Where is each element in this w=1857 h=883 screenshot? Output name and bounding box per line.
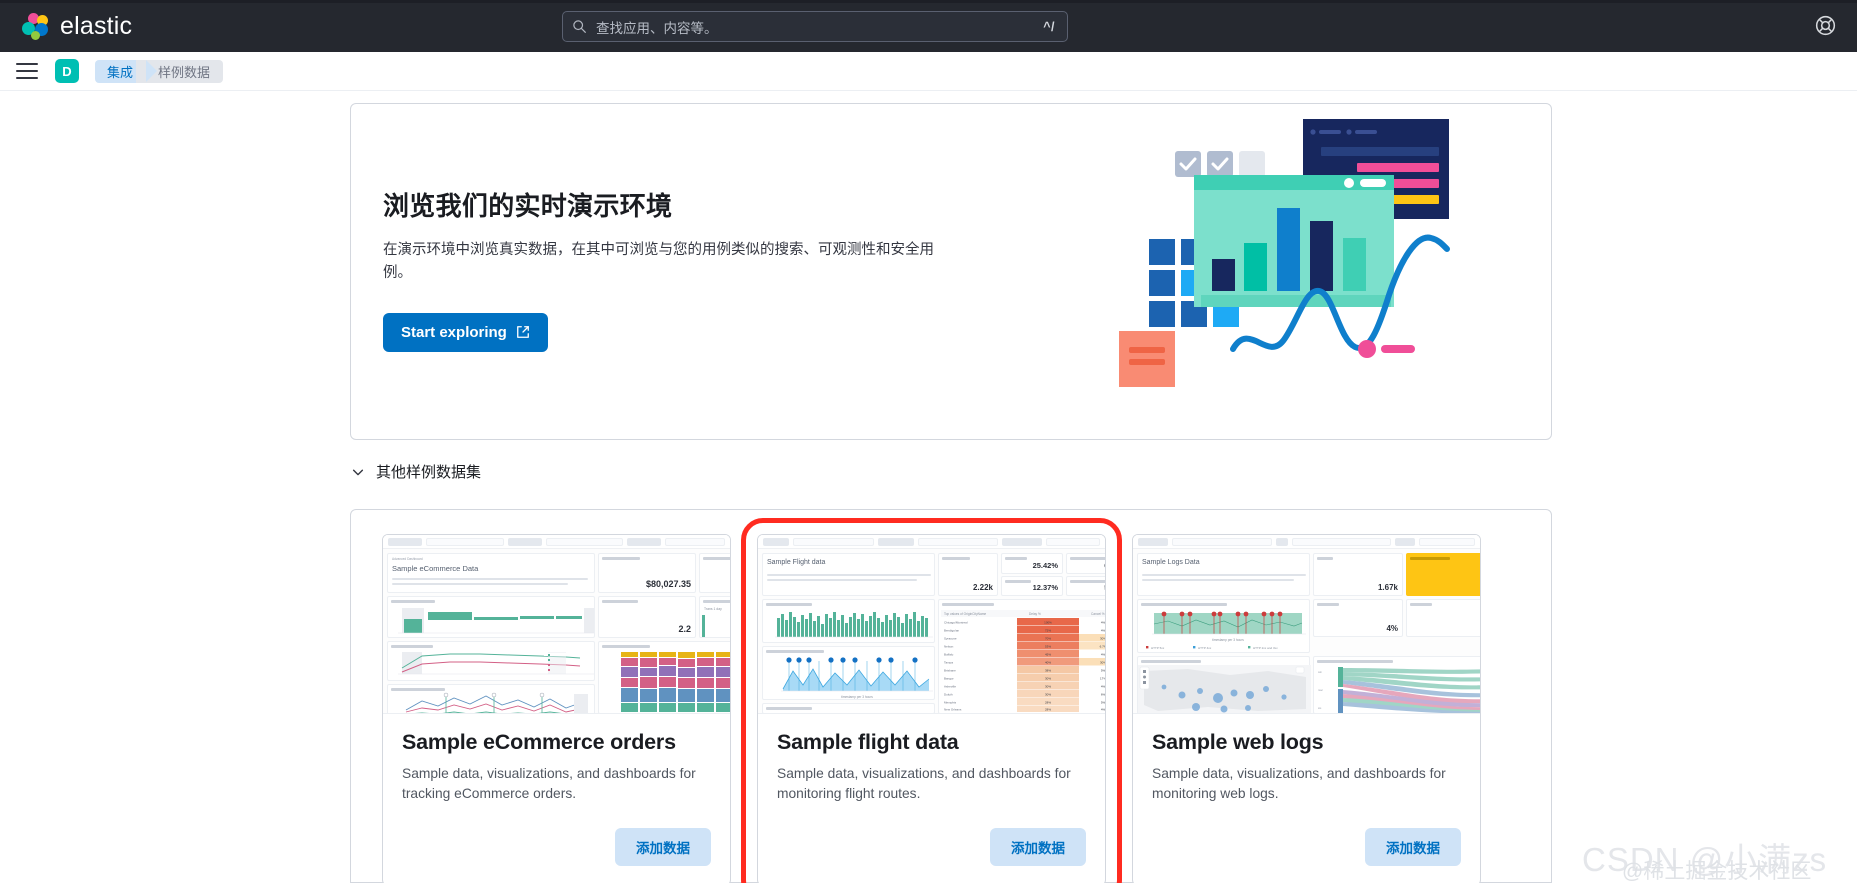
sample-dataset-card-weblogs[interactable]: Sample Logs Data 1.67k 830	[1132, 534, 1481, 883]
svg-text:6%: 6%	[1101, 693, 1105, 697]
card-title: Sample flight data	[777, 730, 959, 754]
brand-name: elastic	[60, 11, 133, 40]
watermark-juejin: @稀土掘金技术社区	[1622, 860, 1812, 883]
search-icon	[573, 20, 586, 33]
card-title: Sample web logs	[1152, 730, 1324, 754]
svg-text:HTTP 5xx: HTTP 5xx	[1151, 646, 1165, 650]
svg-text:Chicago/Montreal: Chicago/Montreal	[944, 621, 968, 625]
page-title: 浏览我们的实时演示环境	[383, 191, 673, 221]
svg-text:mac: mac	[1318, 689, 1324, 692]
flight-dashboard-thumbnail: Sample Flight data 2.22k 25.42% 12.37% T…	[758, 535, 1105, 714]
svg-text:4%: 4%	[1101, 629, 1105, 633]
svg-text:30%: 30%	[1045, 693, 1051, 697]
space-avatar[interactable]: D	[55, 59, 79, 83]
svg-text:HTTP 4xx: HTTP 4xx	[1198, 646, 1212, 650]
svg-text:Cancel %: Cancel %	[1091, 612, 1105, 616]
elastic-logo-icon	[22, 12, 49, 40]
search-input[interactable]: 查找应用、内容等。	[596, 17, 1040, 37]
svg-text:38%: 38%	[1045, 669, 1051, 673]
svg-text:win: win	[1318, 670, 1322, 674]
svg-text:Brisbane: Brisbane	[944, 669, 956, 673]
external-link-icon	[516, 326, 529, 339]
sample-dataset-card-ecommerce[interactable]: Advanced Dashboard Sample eCommerce Data…	[382, 534, 731, 883]
app-root: elastic 查找应用、内容等。 ^/ D 集成 样例数据 浏览我们的实时演示…	[0, 0, 1857, 883]
ecommerce-dashboard-thumbnail: Advanced Dashboard Sample eCommerce Data…	[383, 535, 730, 714]
svg-text:30%: 30%	[1045, 685, 1051, 689]
svg-text:Buffalo: Buffalo	[944, 653, 954, 657]
card-body: Sample eCommerce orders Sample data, vis…	[383, 714, 730, 828]
svg-text:New Orleans: New Orleans	[944, 708, 962, 712]
svg-text:Bendigo/an: Bendigo/an	[944, 629, 960, 633]
svg-text:timestamp per 3 hours: timestamp per 3 hours	[1212, 638, 1244, 642]
card-body: Sample web logs Sample data, visualizati…	[1133, 714, 1480, 828]
dashboard-illustration	[1119, 119, 1450, 387]
svg-text:Duluth: Duluth	[944, 693, 953, 697]
svg-text:6.7%: 6.7%	[1100, 645, 1105, 649]
weblogs-dashboard-thumbnail: Sample Logs Data 1.67k 830	[1133, 535, 1480, 714]
card-footer: 添加数据	[758, 828, 1105, 883]
add-data-button-ecommerce[interactable]: 添加数据	[615, 828, 711, 866]
svg-text:Bangor: Bangor	[944, 677, 954, 681]
svg-text:Memphis: Memphis	[944, 701, 957, 705]
svg-text:45%: 45%	[1045, 653, 1051, 657]
section-title: 其他样例数据集	[376, 464, 482, 481]
sample-dataset-card-flight[interactable]: Sample Flight data 2.22k 25.42% 12.37% T…	[741, 518, 1122, 883]
hamburger-menu-icon[interactable]	[16, 63, 38, 79]
svg-text:40%: 40%	[1045, 661, 1051, 665]
svg-text:4%: 4%	[1101, 653, 1105, 657]
svg-text:72%: 72%	[1045, 629, 1051, 633]
header-top-edge	[0, 0, 1857, 3]
search-shortcut-badge: ^/	[1043, 19, 1055, 34]
start-exploring-button[interactable]: Start exploring	[383, 312, 548, 352]
breadcrumb-bar: D 集成 样例数据	[0, 52, 1857, 91]
svg-text:5%: 5%	[1101, 669, 1105, 673]
svg-text:5%: 5%	[1101, 701, 1105, 705]
svg-text:Top values of OriginCityName: Top values of OriginCityName	[944, 612, 986, 616]
svg-text:30%: 30%	[1100, 637, 1105, 641]
help-lifebuoy-icon[interactable]	[1814, 14, 1837, 37]
svg-text:4%: 4%	[1101, 708, 1105, 712]
svg-text:4%: 4%	[1101, 685, 1105, 689]
svg-text:30%: 30%	[1100, 661, 1105, 665]
svg-text:100%: 100%	[1044, 621, 1052, 625]
card-title: Sample eCommerce orders	[402, 730, 676, 754]
svg-text:Delay %: Delay %	[1029, 612, 1041, 616]
card-footer: 添加数据	[1133, 828, 1480, 883]
svg-text:28%: 28%	[1045, 701, 1051, 705]
top-header-bar: elastic 查找应用、内容等。 ^/	[0, 0, 1857, 52]
sample-dataset-card-list: Advanced Dashboard Sample eCommerce Data…	[382, 518, 1481, 883]
svg-text:Asheville: Asheville	[944, 685, 956, 689]
svg-text:70%: 70%	[1045, 637, 1051, 641]
demo-environment-panel: 浏览我们的实时演示环境 在演示环境中浏览真实数据，在其中可浏览与您的用例类似的搜…	[350, 103, 1552, 440]
hero-text-block: 浏览我们的实时演示环境 在演示环境中浏览真实数据，在其中可浏览与您的用例类似的搜…	[383, 186, 943, 352]
card-description: Sample data, visualizations, and dashboa…	[1152, 766, 1446, 802]
svg-text:53%: 53%	[1045, 645, 1051, 649]
svg-text:Nelson: Nelson	[944, 645, 954, 649]
chevron-down-icon	[352, 469, 364, 475]
start-exploring-label: Start exploring	[401, 323, 507, 341]
svg-text:HTTP 2xx and 3xx: HTTP 2xx and 3xx	[1253, 646, 1278, 650]
svg-text:Syracuse: Syracuse	[944, 637, 957, 641]
brand-logo[interactable]: elastic	[22, 12, 132, 41]
card-footer: 添加数据	[383, 828, 730, 883]
breadcrumb: 集成 样例数据	[95, 59, 224, 83]
add-data-button-weblogs[interactable]: 添加数据	[1365, 828, 1461, 866]
global-search-bar[interactable]: 查找应用、内容等。 ^/	[562, 11, 1068, 42]
svg-text:30%: 30%	[1045, 677, 1051, 681]
card-description: Sample data, visualizations, and dashboa…	[402, 766, 696, 802]
svg-text:4%: 4%	[1101, 621, 1105, 625]
card-body: Sample flight data Sample data, visualiz…	[758, 714, 1105, 828]
card-description: Sample data, visualizations, and dashboa…	[777, 766, 1071, 802]
svg-text:Tampa: Tampa	[944, 661, 953, 665]
svg-text:28%: 28%	[1045, 708, 1051, 712]
sample-datasets-panel: Advanced Dashboard Sample eCommerce Data…	[350, 509, 1552, 883]
hero-subtitle: 在演示环境中浏览真实数据，在其中可浏览与您的用例类似的搜索、可观测性和安全用例。	[383, 242, 934, 282]
add-data-button-flight[interactable]: 添加数据	[990, 828, 1086, 866]
svg-text:timestamp per 3 hours: timestamp per 3 hours	[841, 695, 873, 699]
svg-text:17%: 17%	[1100, 677, 1105, 681]
other-sample-datasets-toggle[interactable]: 其他样例数据集	[351, 461, 481, 482]
svg-text:ios: ios	[1318, 706, 1322, 710]
